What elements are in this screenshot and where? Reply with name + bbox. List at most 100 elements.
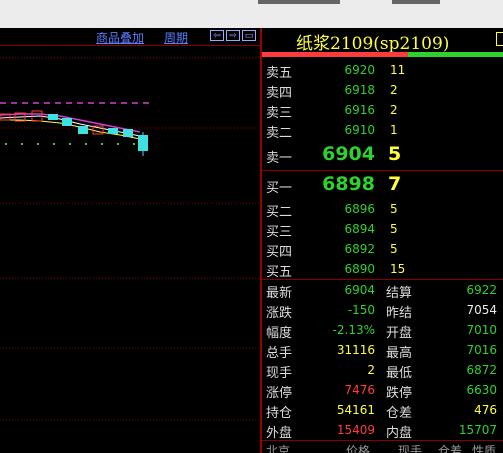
- sell3-vol: 2: [390, 103, 398, 117]
- tick-col-time: 北京: [266, 444, 291, 453]
- sell1-label: 卖一: [266, 151, 293, 166]
- high-value: 7016: [466, 343, 497, 357]
- sell3-price: 6916: [344, 103, 375, 117]
- change-label: 涨跌: [266, 306, 293, 321]
- sell5-row: 卖五 6920 11: [262, 60, 503, 81]
- open-interest-value: 54161: [336, 403, 375, 417]
- sell3-row: 卖三 6916 2: [262, 100, 503, 121]
- buy-ratio-bar: [408, 52, 503, 57]
- buy4-price: 6892: [344, 242, 375, 256]
- buy5-price: 6890: [344, 262, 375, 276]
- buy1-price: 6898: [322, 173, 375, 195]
- stats-row-volume: 总手 31116 最高 7016: [262, 340, 503, 361]
- sell2-vol: 1: [390, 123, 398, 137]
- buy4-row: 买四 6892 5: [262, 239, 503, 260]
- candle: [78, 126, 88, 134]
- tick-col-oi: 仓差: [438, 444, 463, 453]
- buy4-label: 买四: [266, 245, 293, 260]
- stats-row-disk: 外盘 15409 内盘 15707: [262, 420, 503, 441]
- buy3-vol: 5: [390, 222, 398, 236]
- indicator-dot: [53, 143, 55, 145]
- tick-col-nature: 性质: [472, 444, 497, 453]
- outer-disk-label: 外盘: [266, 426, 293, 441]
- stats-row-oi: 持仓 54161 仓差 476: [262, 400, 503, 421]
- sell2-price: 6910: [344, 123, 375, 137]
- kline-plot: [0, 57, 260, 421]
- open-interest-label: 持仓: [266, 406, 293, 421]
- stats-row-change: 涨跌 -150 昨结 7054: [262, 300, 503, 321]
- sell4-label: 卖四: [266, 86, 293, 101]
- indicator-dot: [69, 143, 71, 145]
- prev-settle-label: 昨结: [386, 306, 413, 321]
- limit-up-value: 7476: [344, 383, 375, 397]
- stats-row-limit: 涨停 7476 跌停 6630: [262, 380, 503, 401]
- open-value: 7010: [466, 323, 497, 337]
- oi-change-label: 仓差: [386, 406, 413, 421]
- buy3-price: 6894: [344, 222, 375, 236]
- buy4-vol: 5: [390, 242, 398, 256]
- sell1-vol: 5: [388, 143, 402, 165]
- limit-down-value: 6630: [466, 383, 497, 397]
- contract-title: 纸浆2109(sp2109): [296, 34, 450, 54]
- buy2-vol: 5: [390, 202, 398, 216]
- pct-value: -2.13%: [332, 323, 375, 337]
- settle-label: 结算: [386, 286, 413, 301]
- buy2-label: 买二: [266, 205, 293, 220]
- stats-row-pct: 幅度 -2.13% 开盘 7010: [262, 320, 503, 341]
- sell2-label: 卖二: [266, 126, 293, 141]
- settle-value: 6922: [466, 283, 497, 297]
- candle: [123, 129, 133, 137]
- top-tab-edge-2: [392, 0, 440, 4]
- top-tab-edge: [258, 0, 340, 4]
- high-label: 最高: [386, 346, 413, 361]
- candle: [108, 128, 118, 134]
- sell-buy-divider: [262, 170, 503, 171]
- tick-col-price: 价格: [346, 444, 371, 453]
- last-label: 最新: [266, 286, 293, 301]
- sell4-row: 卖四 6918 2: [262, 80, 503, 101]
- candle: [62, 118, 72, 126]
- window-top-strip: [0, 0, 503, 28]
- low-value: 6872: [466, 363, 497, 377]
- buy5-row: 买五 6890 15: [262, 259, 503, 280]
- tick-header-row: 北京 价格 现手 仓差 性质: [262, 442, 503, 453]
- indicator-dot: [117, 143, 119, 145]
- sell1-price: 6904: [322, 143, 375, 165]
- stats-row-current: 现手 2 最低 6872: [262, 360, 503, 381]
- buy3-label: 买三: [266, 225, 293, 240]
- stats-footer-divider: [262, 440, 503, 441]
- sell5-price: 6920: [344, 63, 375, 77]
- kline-chart-area[interactable]: 商品叠加 周期 ⇦ ⇨ ▭: [0, 28, 260, 453]
- buy1-label: 买一: [266, 181, 293, 196]
- sell2-row: 卖二 6910 1: [262, 120, 503, 141]
- sell-ratio-bar: [262, 52, 408, 57]
- expand-box-icon[interactable]: [496, 32, 503, 46]
- buy1-row: 买一 6898 7: [262, 173, 503, 199]
- change-value: -150: [347, 303, 375, 317]
- prev-settle-value: 7054: [466, 303, 497, 317]
- sell3-label: 卖三: [266, 106, 293, 121]
- indicator-dot: [85, 143, 87, 145]
- buy2-row: 买二 6896 5: [262, 199, 503, 220]
- sell1-row: 卖一 6904 5: [262, 143, 503, 169]
- outer-disk-value: 15409: [336, 423, 375, 437]
- pct-label: 幅度: [266, 326, 293, 341]
- sell4-price: 6918: [344, 83, 375, 97]
- last-value: 6904: [344, 283, 375, 297]
- indicator-dot: [37, 143, 39, 145]
- sell5-vol: 11: [390, 63, 406, 77]
- indicator-dot: [21, 143, 23, 145]
- buy3-row: 买三 6894 5: [262, 219, 503, 240]
- tick-col-volume: 现手: [398, 444, 423, 453]
- sell4-vol: 2: [390, 83, 398, 97]
- oi-change-value: 476: [474, 403, 497, 417]
- inner-disk-value: 15707: [458, 423, 497, 437]
- current-label: 现手: [266, 366, 293, 381]
- limit-down-label: 跌停: [386, 386, 413, 401]
- limit-up-label: 涨停: [266, 386, 293, 401]
- low-label: 最低: [386, 366, 413, 381]
- candle: [48, 114, 58, 120]
- buy5-vol: 15: [390, 262, 406, 276]
- buy2-price: 6896: [344, 202, 375, 216]
- inner-disk-label: 内盘: [386, 426, 413, 441]
